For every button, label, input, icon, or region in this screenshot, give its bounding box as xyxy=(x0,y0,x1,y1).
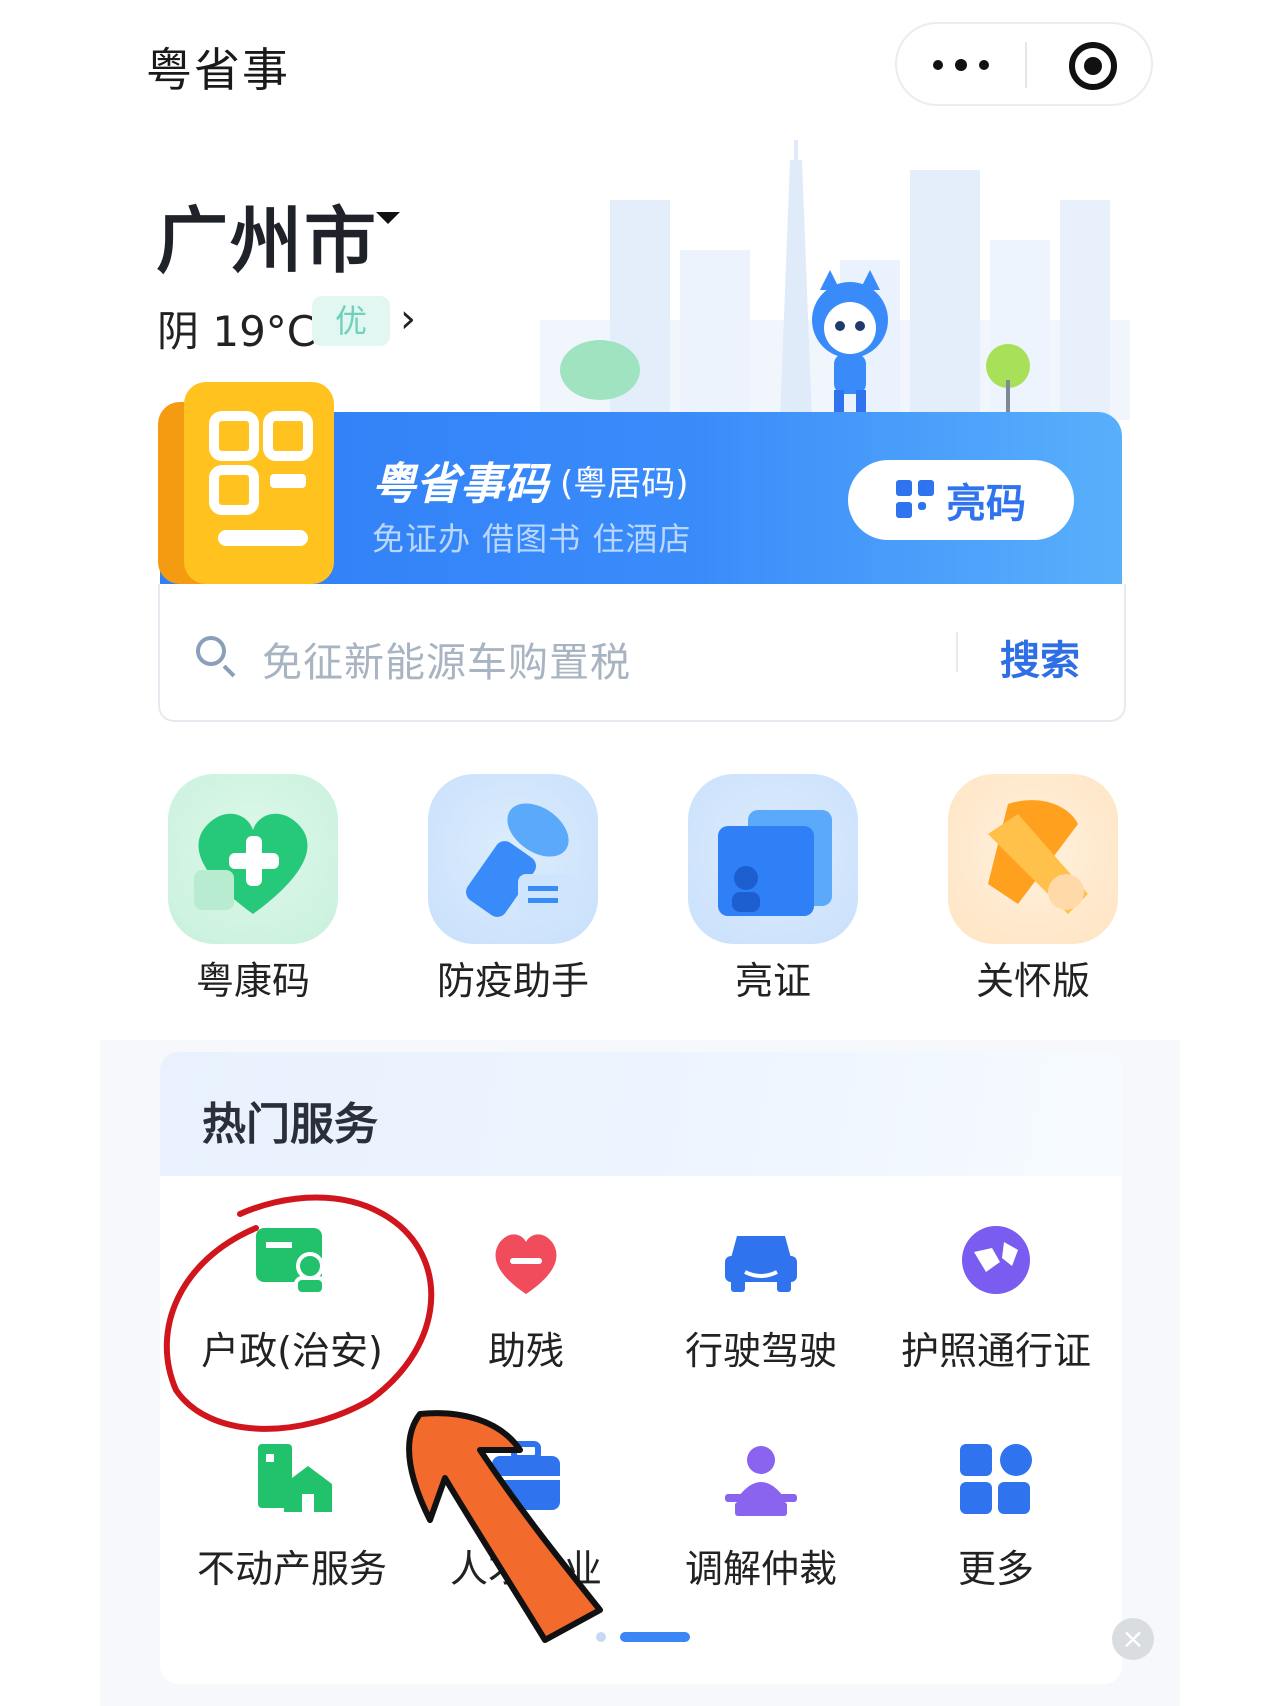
globe-icon xyxy=(962,1226,1030,1294)
mini-program-capsule xyxy=(895,22,1153,106)
close-icon[interactable]: × xyxy=(1112,1618,1154,1660)
capsule-divider xyxy=(1025,42,1027,88)
ribbon-icon xyxy=(988,800,1088,914)
banner-title: 粤省事码 xyxy=(372,459,548,510)
mediator-icon xyxy=(725,1446,797,1516)
service-label: 助残 xyxy=(487,1329,564,1373)
service-passport-permit[interactable]: 护照通行证 xyxy=(876,1222,1116,1373)
more-menu-button[interactable] xyxy=(933,54,1003,74)
service-label: 调解仲裁 xyxy=(684,1547,837,1591)
app-title: 粤省事 xyxy=(146,43,290,97)
heart-plus-icon xyxy=(194,813,308,914)
tile-epidemic-helper[interactable] xyxy=(428,774,598,944)
briefcase-icon xyxy=(492,1441,560,1510)
service-label: 户政(治安) xyxy=(201,1329,383,1373)
service-vehicle-driving[interactable]: 行驶驾驶 xyxy=(641,1222,881,1373)
chevron-right-icon[interactable]: › xyxy=(400,296,416,342)
caret-down-icon[interactable] xyxy=(376,212,400,224)
cards-icon xyxy=(718,810,832,916)
pager-dot[interactable] xyxy=(596,1632,606,1642)
banner-description: 免证办 借图书 住酒店 xyxy=(372,520,692,558)
show-code-button[interactable]: 亮码 xyxy=(848,460,1074,540)
pager-active-indicator[interactable] xyxy=(620,1632,690,1642)
service-label: 人才就业 xyxy=(449,1547,602,1591)
tile-label-health-code: 粤康码 xyxy=(195,959,310,1003)
tile-label-epidemic-helper: 防疫助手 xyxy=(436,959,589,1003)
service-mediation-arbitration[interactable]: 调解仲裁 xyxy=(641,1440,881,1591)
heart-icon xyxy=(495,1234,557,1294)
qr-code-badge-icon xyxy=(158,382,334,584)
search-divider xyxy=(956,632,958,672)
service-label: 不动产服务 xyxy=(196,1547,387,1591)
service-household-registration[interactable]: 户政(治安) xyxy=(172,1222,412,1373)
tile-label-care-mode: 关怀版 xyxy=(975,959,1090,1003)
city-skyline-illustration xyxy=(540,140,1130,420)
grid-icon xyxy=(960,1444,1032,1514)
banner-subtitle-tag: (粤居码) xyxy=(560,464,689,504)
service-disability-aid[interactable]: 助残 xyxy=(406,1222,646,1373)
tile-care-mode[interactable] xyxy=(948,774,1118,944)
close-mini-program-icon[interactable] xyxy=(1069,42,1117,90)
search-input[interactable]: 免征新能源车购置税 xyxy=(262,630,631,688)
qr-code-icon xyxy=(896,480,936,520)
show-code-label: 亮码 xyxy=(946,481,1026,527)
air-quality-badge: 优 xyxy=(312,296,390,346)
service-label: 护照通行证 xyxy=(900,1329,1091,1373)
service-real-estate[interactable]: 不动产服务 xyxy=(172,1440,412,1591)
service-more[interactable]: 更多 xyxy=(876,1440,1116,1591)
tile-label-show-certificate: 亮证 xyxy=(734,959,811,1003)
building-home-icon xyxy=(258,1444,332,1512)
service-talent-employment[interactable]: 人才就业 xyxy=(406,1440,646,1591)
service-label: 更多 xyxy=(957,1547,1034,1591)
id-card-person-icon xyxy=(256,1228,326,1296)
hot-services-title: 热门服务 xyxy=(202,1099,378,1150)
weather-text[interactable]: 阴 19°C xyxy=(157,298,316,359)
service-label: 行驶驾驶 xyxy=(684,1329,837,1373)
search-icon xyxy=(196,636,226,666)
search-button[interactable]: 搜索 xyxy=(1000,628,1080,686)
car-icon xyxy=(725,1236,797,1292)
city-selector[interactable]: 广州市 xyxy=(156,182,378,287)
tile-show-certificate[interactable] xyxy=(688,774,858,944)
tile-health-code[interactable] xyxy=(168,774,338,944)
flashlight-icon xyxy=(466,803,574,918)
